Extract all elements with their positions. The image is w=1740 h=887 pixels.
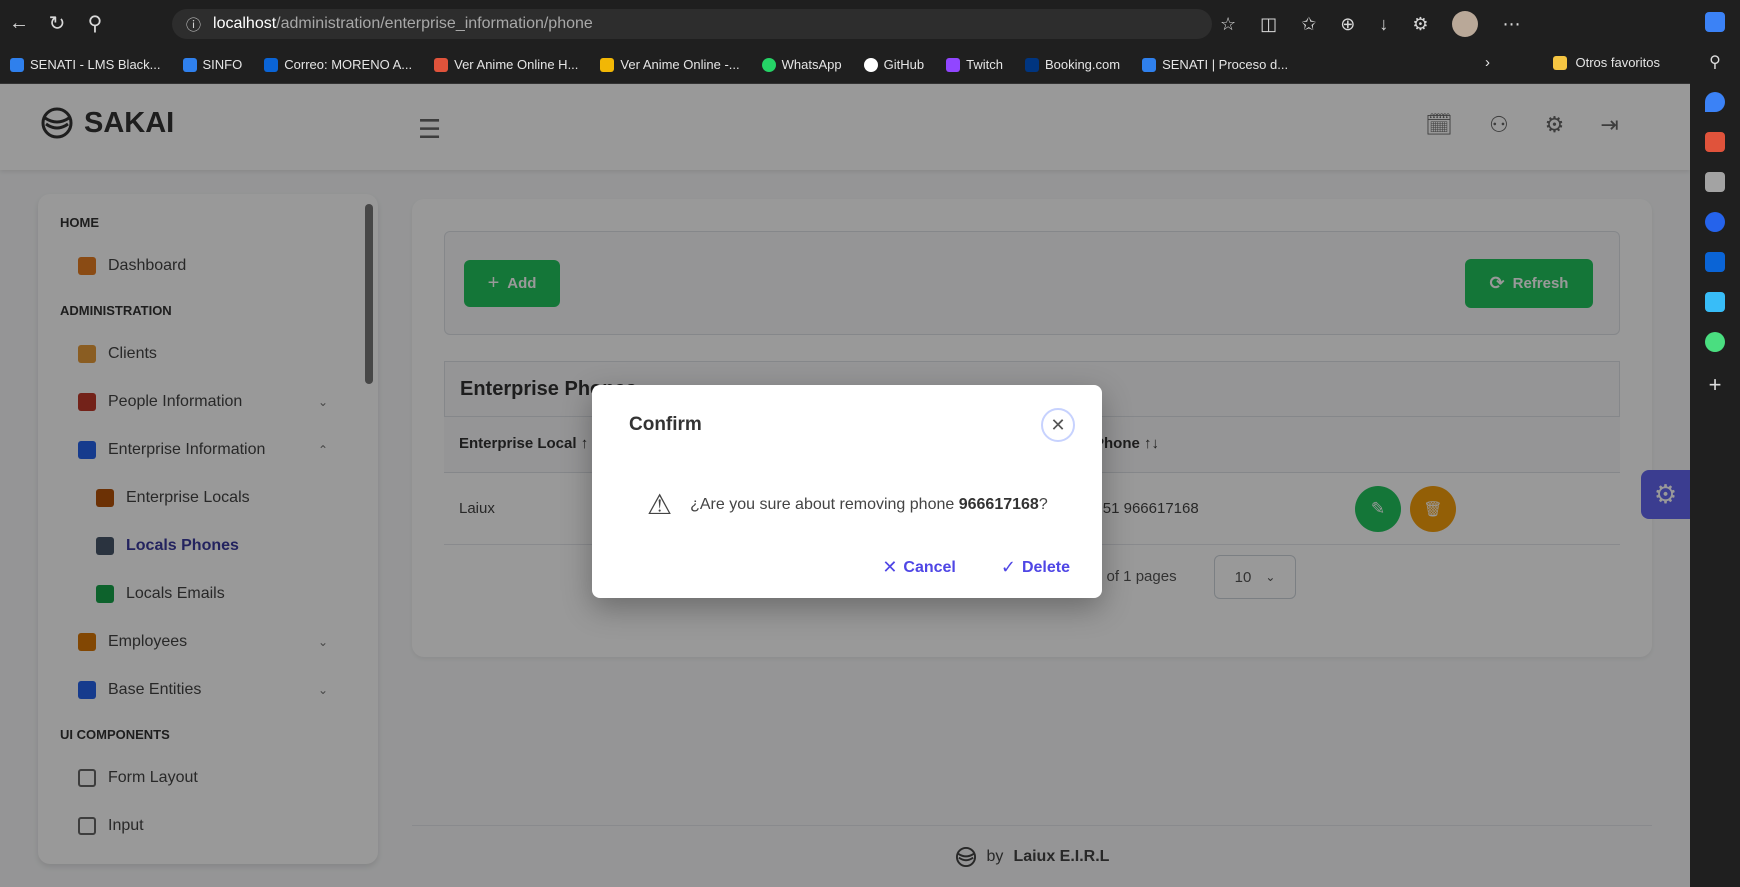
more-icon[interactable]: ⋯ [1502,14,1520,35]
copilot-icon[interactable] [1705,12,1725,32]
close-icon: ✕ [882,557,898,577]
confirm-dialog: Confirm ✕ ⚠ ¿Are you sure about removing… [592,385,1102,598]
check-icon: ✓ [1000,557,1016,577]
bookmark-icon [1142,57,1157,72]
site-info-icon[interactable]: ⓘ [186,14,201,35]
download-icon[interactable]: ↓ [1379,14,1388,35]
bookmark-icon [182,57,197,72]
app-page: SAKAI ☰ 🗓︎ ⚇ ⚙ ⇥ HOME Dashboard ADMINIST… [0,84,1690,887]
close-button[interactable]: ✕ [1041,408,1075,442]
bookmark-icon [434,57,449,72]
favorites-icon[interactable]: ✩ [1301,14,1316,35]
cancel-button[interactable]: ✕ Cancel [882,557,956,578]
message-suffix: ? [1038,495,1048,513]
shopping-icon[interactable] [1705,92,1725,112]
tree-icon[interactable] [1705,332,1725,352]
other-favorites-label: Otros favoritos [1575,55,1660,70]
extensions-icon[interactable]: ⚙ [1412,14,1428,35]
bookmark-label: Correo: MORENO A... [284,57,413,72]
bookmark-icon [10,57,24,72]
bookmarks-more-icon[interactable]: › [1485,54,1490,71]
url-host: localhost [213,15,277,32]
browser-toolbar-icons: ☆ ◫ ✩ ⊕ ↓ ⚙ ⋯ [1220,9,1520,39]
edge-sidebar: ⚲ + [1690,0,1740,887]
outlook-icon[interactable] [1705,252,1725,272]
search-icon[interactable]: ⚲ [76,4,114,42]
whatsapp-icon [761,57,776,72]
delete-label: Delete [1021,558,1070,576]
address-bar[interactable]: ⓘ localhost /administration/enterprise_i… [172,9,1212,39]
bookmark-label: SENATI - LMS Black... [30,57,161,72]
reload-icon[interactable]: ↻ [38,4,76,42]
bookmark-item[interactable]: Twitch [946,57,1003,72]
bookmark-item[interactable]: SENATI | Proceso d... [1142,57,1288,72]
cancel-label: Cancel [903,558,956,576]
bookmark-item[interactable]: GitHub [863,57,925,72]
twitch-icon [946,57,961,72]
folder-icon [1553,55,1568,70]
bookmark-label: Ver Anime Online -... [620,57,740,72]
bookmark-label: SINFO [202,57,243,72]
bookmark-item[interactable]: Booking.com [1024,57,1121,72]
tools-icon[interactable] [1705,132,1725,152]
bookmark-label: Twitch [966,57,1003,72]
add-icon[interactable]: + [1709,372,1722,398]
booking-icon [1024,57,1039,72]
bookmark-item[interactable]: Ver Anime Online -... [600,57,740,72]
dialog-message: ¿Are you sure about removing phone 96661… [690,496,1048,514]
bookmark-item[interactable]: Correo: MORENO A... [264,57,412,72]
bookmark-label: GitHub [883,57,925,72]
bookmark-label: Booking.com [1044,57,1121,72]
bookmark-item[interactable]: SINFO [182,57,243,72]
telegram-icon[interactable] [1705,292,1725,312]
bookmarks-bar: SENATI - LMS Black... SINFO Correo: MORE… [0,46,1740,84]
bookmark-icon [600,57,615,72]
confirm-delete-button[interactable]: ✓ Delete [1001,557,1070,578]
bookmark-item[interactable]: SENATI - LMS Black... [10,57,161,72]
search-icon[interactable]: ⚲ [1709,52,1721,72]
bookmark-label: SENATI | Proceso d... [1162,57,1289,72]
bookmark-item[interactable]: WhatsApp [761,57,842,72]
favorite-star-icon[interactable]: ☆ [1220,14,1236,35]
bookmark-label: WhatsApp [781,57,842,72]
games-icon[interactable] [1705,172,1725,192]
dialog-body: ⚠ ¿Are you sure about removing phone 966… [647,488,1048,521]
bookmark-item[interactable]: Ver Anime Online H... [434,57,578,72]
office-icon[interactable] [1705,212,1725,232]
split-screen-icon[interactable]: ◫ [1260,14,1277,35]
url-path: /administration/enterprise_information/p… [276,15,593,32]
bookmark-label: Ver Anime Online H... [454,57,579,72]
close-icon: ✕ [1050,414,1066,435]
github-icon [863,57,878,72]
back-icon[interactable]: ← [0,4,38,42]
other-favorites-folder[interactable]: Otros favoritos [1553,55,1660,70]
dialog-title: Confirm [629,414,702,435]
collections-icon[interactable]: ⊕ [1340,14,1355,35]
bookmark-icon [264,57,279,72]
message-phone: 966617168 [958,495,1039,513]
message-prefix: ¿Are you sure about removing phone [690,495,959,513]
warning-icon: ⚠ [647,489,673,520]
dialog-footer: ✕ Cancel ✓ Delete [882,557,1070,578]
profile-avatar[interactable] [1452,11,1479,37]
